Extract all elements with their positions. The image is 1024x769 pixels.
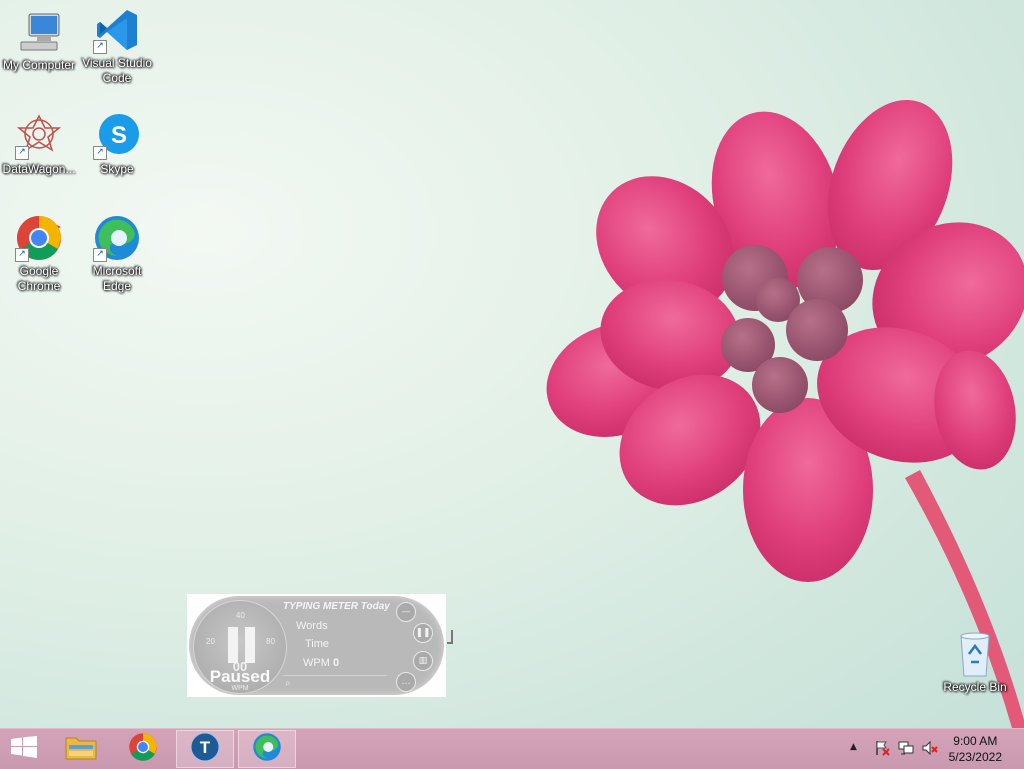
recycle-bin-icon [951, 630, 999, 678]
desktop-icon-datawagon[interactable]: ↗ DataWagon... [0, 112, 78, 177]
shortcut-arrow-icon: ↗ [93, 248, 107, 262]
shortcut-arrow-icon: ↗ [93, 146, 107, 160]
chrome-icon [128, 732, 158, 766]
wpm-count: 0 [332, 657, 340, 669]
wpm-unit: WPM [231, 685, 249, 692]
network-icon[interactable] [898, 740, 914, 756]
clock[interactable]: 9:00 AM 5/23/2022 [949, 733, 1002, 765]
more-button[interactable]: … [396, 672, 416, 692]
divider [283, 675, 387, 676]
svg-text:S: S [111, 122, 127, 149]
datawagon-icon: ↗ [15, 112, 63, 160]
words-label: Words [296, 620, 328, 632]
svg-text:T: T [200, 738, 211, 757]
typing-meter-widget[interactable]: 20 40 80 00 Paused WPM TYPING METER Toda… [187, 594, 446, 697]
pause-button[interactable]: ❚❚ [413, 623, 433, 643]
typing-meter-title: TYPING METER Today [283, 601, 390, 612]
time-label: Time [305, 638, 330, 650]
desktop-icon-edge[interactable]: ↗ Microsoft Edge [78, 214, 156, 294]
desktop-icon-my-computer[interactable]: My Computer [0, 8, 78, 73]
edge-icon [252, 732, 282, 766]
taskbar-edge[interactable] [238, 730, 296, 768]
taskbar-chrome[interactable] [114, 730, 172, 768]
typing-meter-icon: T [190, 732, 220, 766]
desktop-icon-recycle-bin[interactable]: Recycle Bin [936, 630, 1014, 695]
taskbar-file-explorer[interactable] [52, 730, 110, 768]
typing-meter-body: 20 40 80 00 Paused WPM TYPING METER Toda… [189, 596, 444, 695]
minimize-button[interactable]: — [396, 602, 416, 622]
desktop-icon-chrome[interactable]: ↗ Google Chrome [0, 214, 78, 294]
shortcut-arrow-icon: ↗ [15, 248, 29, 262]
shortcut-arrow-icon: ↗ [93, 40, 107, 54]
wpm-dial: 20 40 80 00 Paused WPM [193, 600, 287, 694]
windows-start-icon [10, 736, 38, 762]
shortcut-arrow-icon: ↗ [15, 146, 29, 160]
vscode-icon: ↗ [93, 6, 141, 54]
dial-tick: 80 [266, 637, 275, 646]
my-computer-icon [15, 8, 63, 56]
status-text: Paused [209, 667, 271, 686]
folder-icon [65, 733, 97, 765]
skype-icon: S ↗ [93, 112, 141, 160]
dial-tick: 40 [236, 611, 245, 620]
start-button[interactable] [0, 730, 48, 768]
desktop-icon-skype[interactable]: S ↗ Skype [78, 112, 156, 177]
pause-icon[interactable] [228, 627, 258, 663]
taskbar-typing-meter[interactable]: T [176, 730, 234, 768]
taskbar: T ▲ 9:00 AM 5/23/2022 [0, 728, 1024, 769]
show-hidden-icons-chevron-up-icon[interactable]: ▲ [850, 742, 866, 758]
wpm-label: WPM 0 [303, 657, 340, 669]
resize-handle[interactable] [447, 630, 453, 644]
edge-icon: ↗ [93, 214, 141, 262]
chrome-icon: ↗ [15, 214, 63, 262]
dial-tick: 20 [206, 637, 215, 646]
desktop-icon-vscode[interactable]: ↗ Visual Studio Code [78, 6, 156, 86]
search-icon[interactable]: ⌕ [285, 678, 291, 689]
stats-button[interactable]: ▥ [413, 651, 433, 671]
clock-time: 9:00 AM [953, 734, 998, 748]
wallpaper [546, 99, 1024, 728]
clock-date: 5/23/2022 [948, 750, 1002, 764]
volume-muted-icon[interactable] [922, 740, 938, 756]
action-center-flag-icon[interactable] [874, 740, 890, 756]
